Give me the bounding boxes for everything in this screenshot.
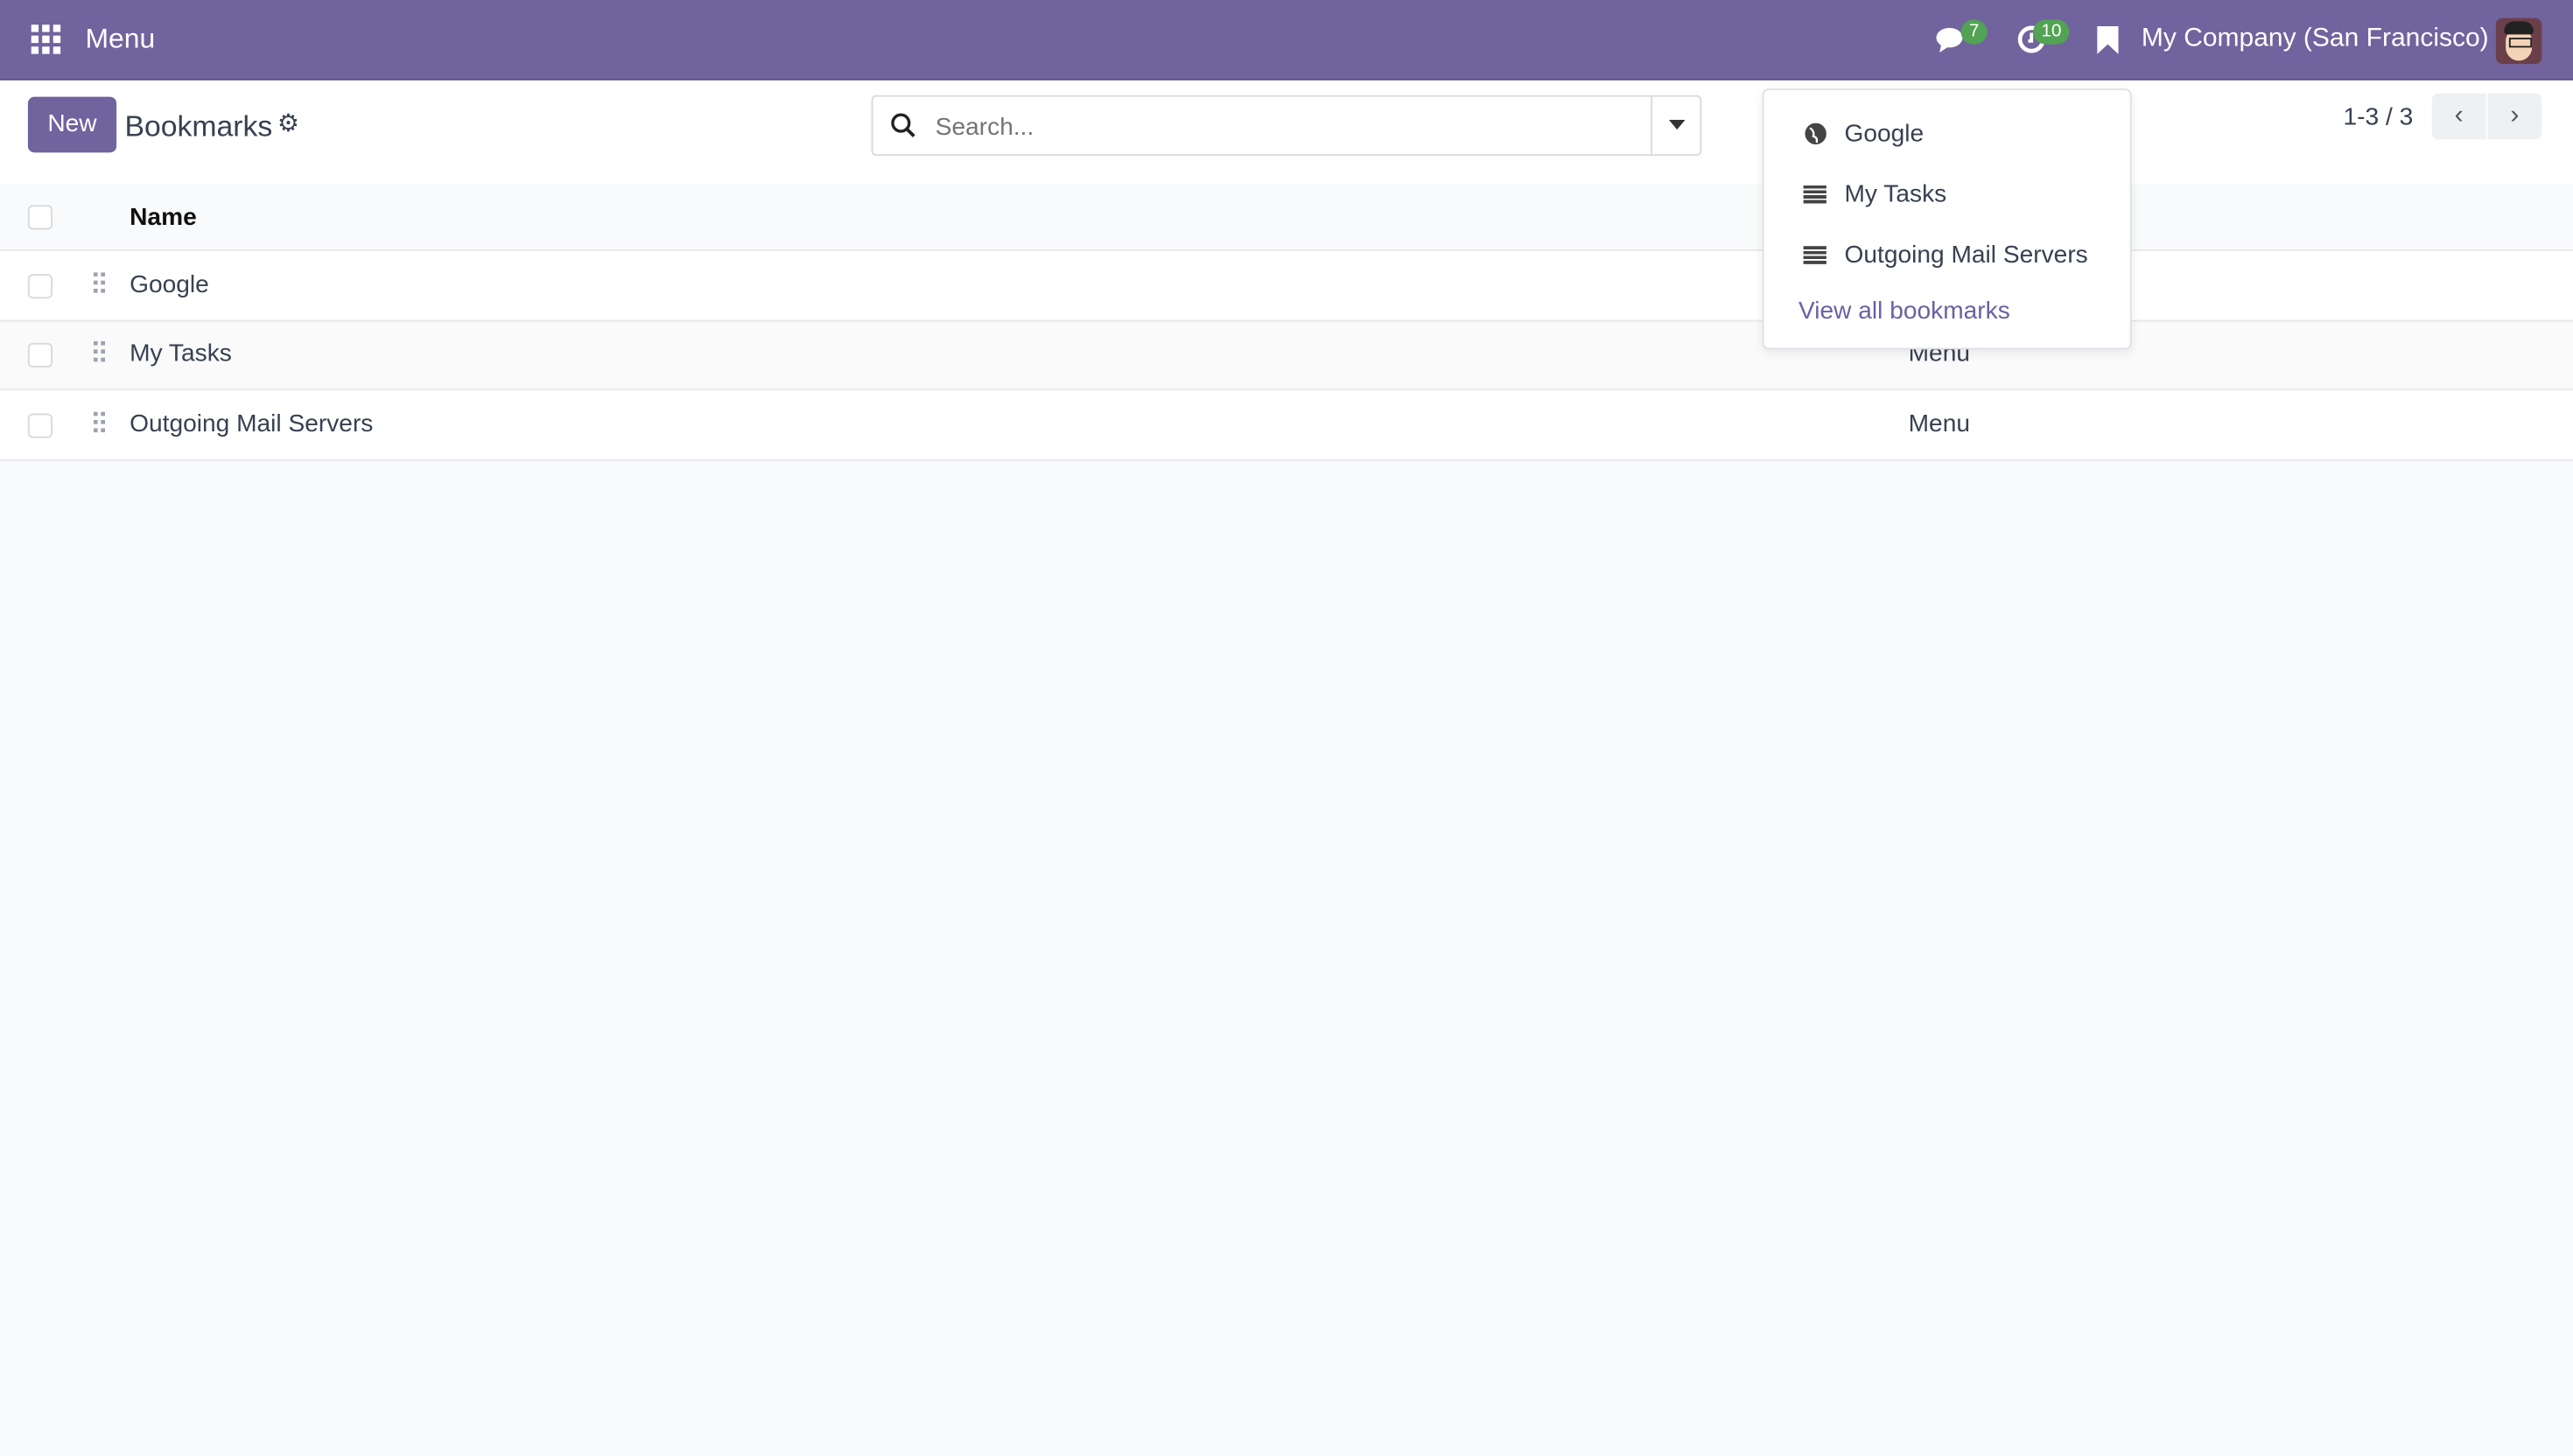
gear-icon[interactable]: ⚙ — [277, 108, 299, 138]
row-name: Outgoing Mail Servers — [130, 410, 374, 438]
caret-down-icon — [1668, 119, 1686, 130]
row-name: My Tasks — [130, 340, 232, 368]
top-navbar: Menu 7 10 My Company (San Francisco) — [0, 0, 2573, 80]
new-button[interactable]: New — [27, 96, 117, 153]
drag-handle-icon[interactable] — [93, 272, 105, 295]
search-input[interactable] — [932, 106, 1644, 146]
bookmark-label: Google — [1844, 119, 1924, 148]
search-bar — [871, 94, 1702, 157]
row-checkbox[interactable] — [27, 342, 53, 368]
row-name: Google — [130, 270, 209, 299]
table-header: Name — [0, 184, 2573, 251]
view-all-bookmarks-link[interactable]: View all bookmarks — [1798, 297, 2010, 325]
row-checkbox[interactable] — [27, 413, 53, 438]
bookmarks-dropdown: Google My Tasks Outgoing Mail Servers Vi… — [1762, 88, 2132, 350]
pager-previous-button[interactable]: ‹ — [2431, 93, 2486, 140]
table-row[interactable]: My Tasks Menu — [0, 321, 2573, 391]
globe-icon — [1805, 122, 1826, 144]
bookmark-label: My Tasks — [1844, 180, 1947, 209]
company-switcher[interactable]: My Company (San Francisco) — [2142, 24, 2489, 54]
bookmark-item-outgoing-mail-servers[interactable]: Outgoing Mail Servers — [1764, 231, 2130, 280]
app-grid-icon[interactable] — [31, 24, 61, 54]
user-avatar[interactable] — [2495, 18, 2542, 65]
control-panel: New Bookmarks ⚙ 1-3 / 3 ‹ › — [0, 80, 2573, 186]
pager-value[interactable]: 1-3 / 3 — [2344, 103, 2414, 131]
list-icon — [1803, 185, 1826, 204]
table-row[interactable]: Google — [0, 250, 2573, 322]
select-all-checkbox[interactable] — [27, 205, 53, 230]
row-type: Menu — [1908, 410, 1970, 438]
drag-handle-icon[interactable] — [93, 411, 105, 435]
search-options-toggle[interactable] — [1651, 96, 1701, 155]
row-checkbox[interactable] — [27, 274, 53, 299]
bookmark-item-my-tasks[interactable]: My Tasks — [1764, 171, 2130, 220]
menu-label[interactable]: Menu — [86, 23, 156, 56]
bookmark-icon[interactable] — [2097, 26, 2119, 54]
drag-handle-icon[interactable] — [93, 341, 105, 364]
search-icon — [891, 113, 915, 137]
activities-badge: 10 — [2033, 19, 2070, 45]
list-icon — [1803, 246, 1826, 264]
column-header-name[interactable]: Name — [130, 204, 197, 232]
bookmark-label: Outgoing Mail Servers — [1844, 241, 2088, 270]
page-title: Bookmarks — [124, 109, 273, 144]
messages-badge: 7 — [1960, 19, 1988, 45]
table-row[interactable]: Outgoing Mail Servers Menu — [0, 390, 2573, 461]
pager-next-button[interactable]: › — [2487, 93, 2542, 140]
bookmark-item-google[interactable]: Google — [1764, 110, 2130, 159]
